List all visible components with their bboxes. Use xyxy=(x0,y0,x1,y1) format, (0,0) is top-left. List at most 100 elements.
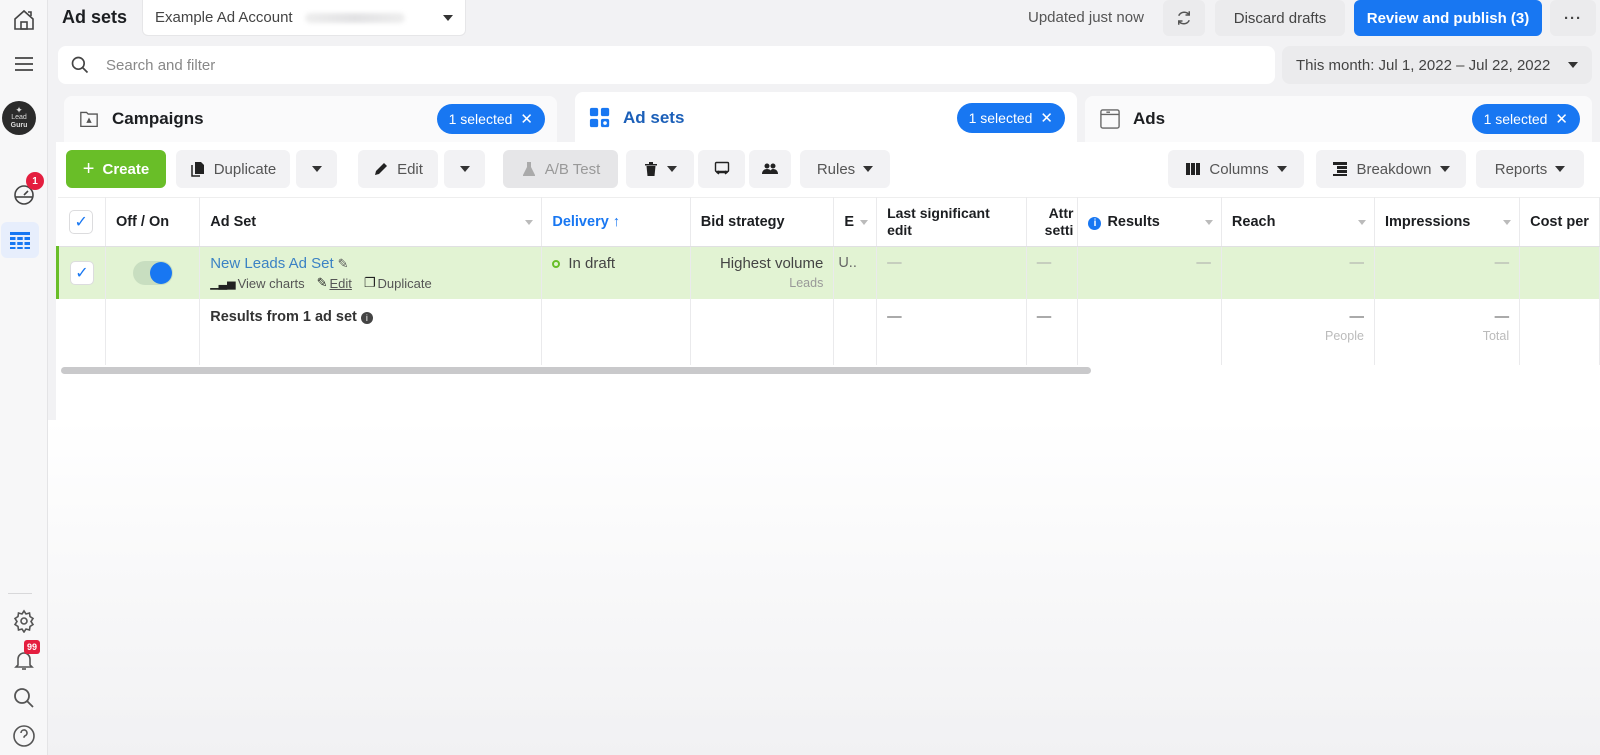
settings-gear-icon[interactable] xyxy=(6,603,42,639)
table-row[interactable]: ✓ New Leads Ad Set ✎ ▁▃▅ View charts ✎ Edit… xyxy=(56,246,1600,299)
edit-button[interactable]: Edit xyxy=(358,150,438,188)
review-and-publish-button[interactable]: Review and publish (3) xyxy=(1354,0,1542,36)
plus-icon: + xyxy=(82,157,95,180)
ad-account-selector[interactable]: Example Ad Account xyxy=(142,0,466,36)
chevron-down-icon xyxy=(459,166,470,172)
col-budget[interactable]: E xyxy=(833,197,878,247)
duplicate-dropdown[interactable] xyxy=(296,150,337,188)
tab-ad-sets[interactable]: Ad sets 1 selected ✕ xyxy=(575,92,1077,144)
col-attribution-setting[interactable]: Attr setti xyxy=(1026,197,1079,247)
notifications-bell-icon[interactable]: 99 xyxy=(6,640,42,678)
chevron-down-icon xyxy=(443,14,453,21)
on-off-toggle[interactable] xyxy=(132,261,173,285)
more-options-button[interactable]: ··· xyxy=(1550,0,1596,36)
grid-icon xyxy=(589,107,611,129)
avatar-text-bold: Guru xyxy=(10,122,28,129)
duplicate-label: Duplicate xyxy=(213,160,277,178)
chevron-down-icon xyxy=(863,166,874,172)
last-edit-value: — xyxy=(876,246,1027,299)
breakdown-dropdown[interactable]: Breakdown xyxy=(1316,150,1466,188)
rules-dropdown[interactable]: Rules xyxy=(800,150,890,188)
col-bid-strategy[interactable]: Bid strategy xyxy=(690,197,835,247)
pencil-icon[interactable]: ✎ xyxy=(338,256,349,272)
results-value: — xyxy=(1077,246,1222,299)
close-icon[interactable]: ✕ xyxy=(520,110,533,128)
reach-value: — xyxy=(1221,246,1375,299)
breakdown-label: Breakdown xyxy=(1356,160,1432,178)
close-icon[interactable]: ✕ xyxy=(1040,109,1053,127)
tab-ads[interactable]: Ads 1 selected ✕ xyxy=(1085,96,1592,142)
view-charts-link[interactable]: ▁▃▅ View charts xyxy=(210,275,304,291)
audience-button[interactable] xyxy=(749,150,791,188)
col-reach[interactable]: Reach xyxy=(1221,197,1375,247)
tab-campaigns[interactable]: Campaigns 1 selected ✕ xyxy=(64,96,557,142)
preview-button[interactable] xyxy=(698,150,745,188)
breakdown-icon xyxy=(1333,162,1348,176)
home-icon[interactable] xyxy=(6,2,42,38)
sort-caret-icon xyxy=(1357,220,1366,225)
summary-impressions: — xyxy=(1494,309,1510,325)
chevron-down-icon xyxy=(311,166,322,172)
dashboard-gauge-icon[interactable]: 1 xyxy=(6,172,44,212)
col-impressions[interactable]: Impressions xyxy=(1374,197,1521,247)
search-input[interactable] xyxy=(106,56,1206,74)
col-label: Impressions xyxy=(1384,214,1471,230)
summary-label: Results from 1 ad set xyxy=(210,309,357,325)
account-avatar[interactable]: ✦ Lead Guru xyxy=(2,101,36,135)
refresh-button[interactable] xyxy=(1163,0,1205,36)
col-label: Results xyxy=(1107,214,1160,230)
folder-icon xyxy=(78,108,100,130)
columns-label: Columns xyxy=(1209,160,1269,178)
rules-label: Rules xyxy=(816,160,856,178)
col-delivery[interactable]: Delivery ↑ xyxy=(541,197,691,247)
col-off-on[interactable]: Off / On xyxy=(105,197,201,247)
select-all-header: ✓ xyxy=(57,197,106,247)
date-range-picker[interactable]: This month: Jul 1, 2022 – Jul 22, 2022 xyxy=(1282,46,1592,84)
select-all-checkbox[interactable]: ✓ xyxy=(69,210,94,234)
table-header-row: ✓ Off / On Ad Set Delivery ↑ Bid strateg… xyxy=(57,197,1600,247)
tab-label: Ad sets xyxy=(623,108,685,127)
col-last-significant-edit[interactable]: Last significant edit xyxy=(876,197,1027,247)
ad-set-name-link[interactable]: New Leads Ad Set xyxy=(210,255,333,272)
summary-reach: — xyxy=(1349,309,1364,325)
chevron-down-icon xyxy=(1439,166,1450,172)
discard-drafts-button[interactable]: Discard drafts xyxy=(1215,0,1345,36)
account-name: Example Ad Account xyxy=(155,9,293,26)
ads-manager-table-icon[interactable] xyxy=(1,222,39,258)
duplicate-icon xyxy=(190,162,204,177)
ad-window-icon xyxy=(1099,108,1121,130)
col-ad-set[interactable]: Ad Set xyxy=(199,197,543,247)
attribution-value: — xyxy=(1026,246,1079,299)
selection-chip[interactable]: 1 selected ✕ xyxy=(1471,104,1580,134)
selection-chip[interactable]: 1 selected ✕ xyxy=(956,103,1065,133)
bar-chart-icon: ▁▃▅ xyxy=(210,277,236,290)
chevron-down-icon xyxy=(1568,62,1578,68)
chip-label: 1 selected xyxy=(448,111,513,127)
help-icon[interactable] xyxy=(6,718,42,754)
info-icon[interactable]: i xyxy=(360,312,373,324)
impressions-value: — xyxy=(1374,246,1521,299)
selection-chip[interactable]: 1 selected ✕ xyxy=(436,104,545,134)
create-label: Create xyxy=(102,160,150,178)
search-icon[interactable] xyxy=(6,680,42,716)
col-results[interactable]: i Results xyxy=(1077,197,1222,247)
edit-dropdown[interactable] xyxy=(444,150,485,188)
delete-button[interactable] xyxy=(626,150,694,188)
col-cost-per[interactable]: Cost per xyxy=(1519,197,1600,247)
info-icon: i xyxy=(1088,217,1102,230)
edit-label: Edit xyxy=(397,160,423,178)
horizontal-scrollbar[interactable] xyxy=(61,367,1091,374)
status-dot-icon xyxy=(552,259,561,268)
ab-test-button[interactable]: A/B Test xyxy=(503,150,618,188)
close-icon[interactable]: ✕ xyxy=(1555,110,1568,128)
duplicate-link[interactable]: ❐ Duplicate xyxy=(364,275,432,291)
duplicate-button[interactable]: Duplicate xyxy=(176,150,290,188)
sort-caret-icon xyxy=(525,220,534,225)
tab-label: Ads xyxy=(1133,109,1166,128)
columns-dropdown[interactable]: Columns xyxy=(1168,150,1304,188)
reports-dropdown[interactable]: Reports xyxy=(1476,150,1584,188)
menu-icon[interactable] xyxy=(6,46,42,82)
create-button[interactable]: + Create xyxy=(66,150,166,188)
row-checkbox[interactable]: ✓ xyxy=(69,261,94,285)
edit-link[interactable]: ✎ Edit xyxy=(317,275,352,291)
